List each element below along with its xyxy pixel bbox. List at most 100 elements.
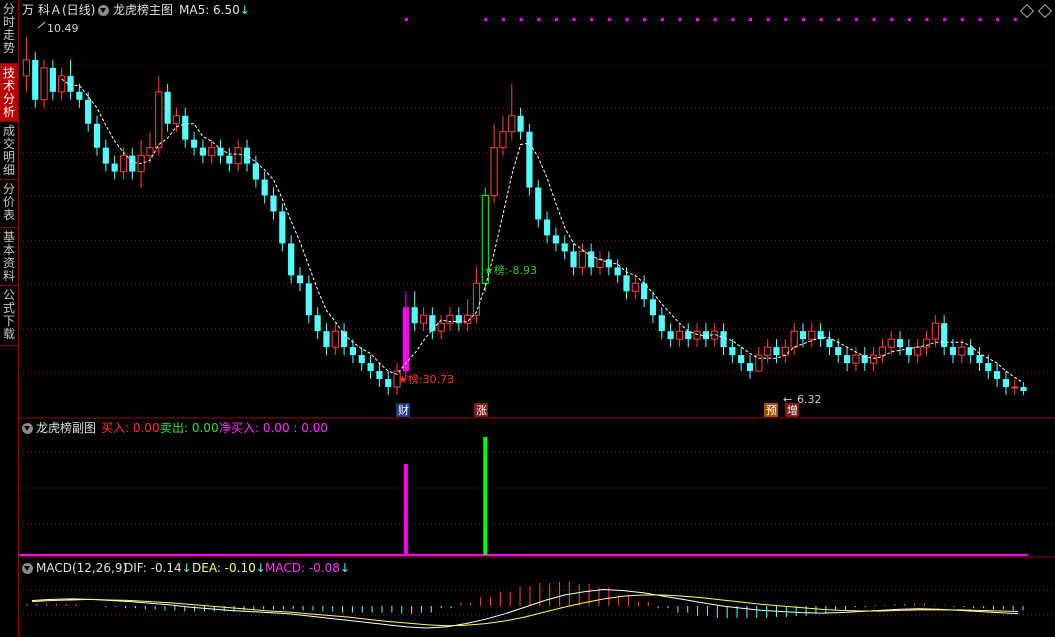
- candle-body: [199, 147, 206, 156]
- candle-body: [887, 338, 895, 348]
- candle-body: [588, 251, 595, 268]
- candle-body: [543, 219, 551, 236]
- event-dot: [907, 18, 911, 21]
- event-dot: [625, 18, 629, 21]
- buy-volume-bar: [403, 464, 408, 555]
- event-dot: [960, 18, 964, 21]
- candle-body: [411, 307, 418, 324]
- ma5-line: [61, 78, 1024, 384]
- high-pointer-line: [37, 21, 46, 29]
- candle-body: [1011, 386, 1019, 389]
- event-dot: [643, 18, 647, 21]
- sell-value: 卖出: 0.00: [160, 421, 219, 435]
- candle-body: [349, 347, 357, 356]
- dif-value: DIF: -0.14↓: [124, 561, 192, 575]
- candle-body: [941, 323, 948, 348]
- event-dot: [1013, 18, 1017, 21]
- candle-body: [67, 75, 74, 92]
- candle-body: [799, 331, 807, 340]
- candle-body: [561, 243, 568, 252]
- candle-body: [49, 67, 56, 92]
- candle-body: [58, 75, 66, 93]
- candle-body: [649, 299, 657, 316]
- sell-volume-bar: [483, 437, 488, 555]
- candle-body: [40, 67, 48, 101]
- candle-body: [172, 115, 181, 125]
- sub-chart-title: 龙虎榜副图: [36, 421, 97, 435]
- candle-body: [746, 363, 754, 372]
- candle-body: [623, 275, 630, 292]
- candle-body: [419, 314, 428, 324]
- low-price-label: 6.32: [797, 393, 822, 406]
- candle-body: [376, 371, 383, 380]
- event-dot: [713, 18, 717, 21]
- event-dot: [484, 18, 488, 21]
- candle-body: [305, 283, 312, 316]
- candle-body: [967, 347, 974, 356]
- dropdown-circle-icon: [22, 423, 33, 434]
- candle-body: [85, 99, 92, 124]
- chart-canvas[interactable]: 10.49 ← 6.32 ★榜:30.73 ★榜:-8.93 财 涨 预 增: [0, 0, 1055, 637]
- candle-body: [914, 346, 922, 356]
- candle-body: [755, 354, 763, 372]
- buy-rank-marker: ★榜:30.73: [398, 372, 454, 386]
- macd-title: MACD(12,26,9): [36, 561, 128, 575]
- candle-body: [949, 347, 957, 356]
- candle-body: [164, 91, 171, 124]
- candle-body: [314, 315, 321, 332]
- candle-body: [1020, 387, 1027, 392]
- event-dot: [607, 18, 611, 21]
- event-dot: [801, 18, 805, 21]
- candle-body: [667, 331, 674, 340]
- candle-body: [702, 331, 709, 340]
- candle-body: [931, 322, 939, 340]
- candle-body: [226, 155, 233, 164]
- candle-body: [535, 187, 542, 220]
- candle-body: [1002, 379, 1010, 388]
- candle-body: [878, 346, 886, 356]
- candle-body: [552, 235, 559, 244]
- event-dot: [404, 18, 408, 21]
- buy-value: 买入: 0.00: [101, 421, 160, 435]
- macd-value: MACD: -0.08↓: [265, 561, 350, 575]
- candle-body: [429, 315, 436, 332]
- candle-body: [155, 91, 163, 149]
- event-dot: [696, 18, 700, 21]
- candle-body: [499, 131, 507, 149]
- event-dot: [872, 18, 876, 21]
- macd-dropdown[interactable]: [22, 558, 33, 578]
- dropdown-circle-icon: [22, 563, 33, 574]
- candle-body: [367, 363, 374, 372]
- event-dot: [925, 18, 929, 21]
- event-dot: [837, 18, 841, 21]
- event-dot: [519, 18, 523, 21]
- candle-body: [32, 59, 39, 100]
- candle-body: [781, 346, 789, 356]
- candle-body: [720, 331, 727, 348]
- sub-chart-dropdown[interactable]: [22, 418, 33, 438]
- event-dot: [890, 18, 894, 21]
- candle-body: [835, 347, 842, 356]
- candle-body: [790, 330, 798, 348]
- candle-body: [596, 258, 604, 268]
- candle-body: [852, 354, 860, 364]
- candle-body: [111, 163, 118, 172]
- event-dot: [996, 18, 1000, 21]
- candle-body: [323, 331, 330, 348]
- candle-body: [402, 307, 409, 372]
- event-dot: [501, 18, 505, 21]
- event-dot: [784, 18, 788, 21]
- candle-body: [93, 123, 101, 148]
- candle-body: [570, 251, 577, 268]
- candle-body: [129, 155, 136, 172]
- candle-body: [693, 330, 701, 340]
- high-price-label: 10.49: [47, 22, 79, 35]
- candle-body: [288, 243, 295, 276]
- candle-body: [738, 355, 745, 364]
- candle-body: [296, 275, 304, 284]
- candle-body: [252, 163, 259, 180]
- candle-body: [526, 131, 533, 188]
- candle-body: [869, 354, 878, 364]
- candle-body: [985, 363, 992, 372]
- badge-forecast-text: 预: [766, 404, 777, 417]
